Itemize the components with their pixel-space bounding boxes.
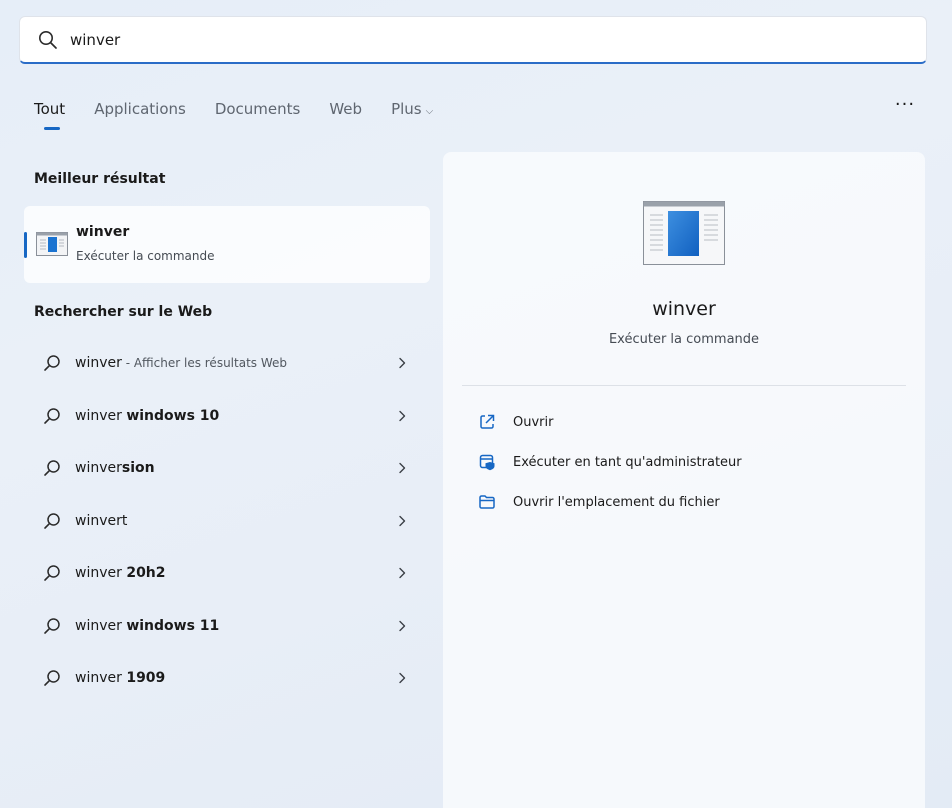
run-as-admin-label: Exécuter en tant qu'administrateur	[513, 454, 742, 470]
best-result-title: winver	[76, 224, 130, 240]
tab-web[interactable]: Web	[329, 96, 362, 136]
web-result-suggestion: windows 11	[126, 618, 220, 634]
open-file-location-label: Ouvrir l'emplacement du fichier	[513, 494, 720, 510]
web-result-item[interactable]: winver - Afficher les résultats Web	[34, 343, 420, 383]
search-icon	[44, 670, 60, 686]
search-icon	[39, 31, 57, 49]
web-result-query: winver	[75, 460, 122, 476]
web-result-item[interactable]: winver windows 11	[34, 606, 420, 646]
web-result-suggestion: sion	[121, 460, 155, 476]
winver-app-icon	[36, 232, 68, 256]
tab-documents-label: Documents	[214, 100, 301, 118]
web-result-text: winvert	[75, 513, 127, 529]
web-result-query: winver	[75, 565, 127, 581]
search-bar[interactable]	[19, 16, 927, 64]
web-result-item[interactable]: winvert	[34, 501, 420, 541]
detail-title: winver	[652, 298, 716, 320]
open-file-location-action[interactable]: Ouvrir l'emplacement du fichier	[477, 490, 720, 514]
chevron-right-icon	[399, 620, 406, 632]
detail-pane: winver Exécuter la commande Ouvrir Exécu…	[443, 152, 925, 808]
chevron-right-icon	[399, 357, 406, 369]
web-result-item[interactable]: winver windows 10	[34, 396, 420, 436]
search-icon	[44, 618, 60, 634]
web-result-query: winver	[75, 408, 127, 424]
tab-applications[interactable]: Applications	[94, 96, 186, 136]
open-external-icon	[480, 414, 495, 429]
open-action-label: Ouvrir	[513, 414, 554, 430]
web-result-suggestion: windows 10	[126, 408, 220, 424]
web-result-query: winvert	[75, 513, 128, 529]
tab-more[interactable]: Plus ⌵	[391, 96, 433, 136]
chevron-right-icon	[399, 462, 406, 474]
tab-all[interactable]: Tout	[34, 96, 65, 136]
tab-web-label: Web	[329, 100, 363, 118]
tab-documents[interactable]: Documents	[215, 96, 301, 136]
web-result-suggestion: 1909	[126, 670, 166, 686]
web-result-text: winver windows 10	[75, 408, 219, 424]
chevron-right-icon	[399, 515, 406, 527]
tab-applications-label: Applications	[94, 100, 186, 118]
search-icon	[44, 460, 60, 476]
search-icon	[44, 355, 60, 371]
more-options-button[interactable]: ···	[890, 96, 920, 120]
web-result-hint: - Afficher les résultats Web	[121, 356, 287, 370]
web-result-text: winver 1909	[75, 670, 165, 686]
web-search-heading: Rechercher sur le Web	[34, 304, 213, 320]
web-result-query: winver	[75, 670, 127, 686]
filter-tabs: Tout Applications Documents Web Plus ⌵	[34, 96, 462, 136]
run-as-admin-action[interactable]: Exécuter en tant qu'administrateur	[477, 450, 742, 474]
tab-more-label: Plus	[391, 100, 422, 118]
folder-icon	[479, 495, 495, 509]
web-result-query: winver	[75, 618, 127, 634]
tab-all-label: Tout	[34, 100, 66, 118]
best-result-heading: Meilleur résultat	[34, 171, 166, 187]
chevron-right-icon	[399, 410, 406, 422]
active-tab-indicator	[44, 127, 60, 130]
search-input[interactable]	[70, 25, 890, 55]
chevron-right-icon	[399, 567, 406, 579]
search-icon	[44, 565, 60, 581]
admin-shield-icon	[479, 454, 495, 471]
search-icon	[44, 408, 60, 424]
web-result-text: winver windows 11	[75, 618, 219, 634]
web-result-text: winver 20h2	[75, 565, 166, 581]
web-result-item[interactable]: winver 1909	[34, 658, 420, 698]
best-result-card[interactable]: winver Exécuter la commande	[24, 206, 430, 283]
open-action[interactable]: Ouvrir	[477, 410, 553, 434]
chevron-down-icon: ⌵	[425, 106, 434, 117]
detail-subtitle: Exécuter la commande	[608, 332, 760, 347]
web-result-item[interactable]: winver 20h2	[34, 553, 420, 593]
web-result-text: winver - Afficher les résultats Web	[75, 355, 287, 371]
winver-large-icon	[643, 201, 725, 265]
best-result-subtitle: Exécuter la commande	[76, 249, 215, 263]
selection-accent	[24, 232, 27, 258]
chevron-right-icon	[399, 672, 406, 684]
divider	[462, 385, 906, 386]
web-result-item[interactable]: winversion	[34, 448, 420, 488]
web-result-suggestion: 20h2	[126, 565, 166, 581]
web-result-text: winversion	[75, 460, 155, 476]
web-result-query: winver	[75, 355, 122, 371]
search-icon	[44, 513, 60, 529]
